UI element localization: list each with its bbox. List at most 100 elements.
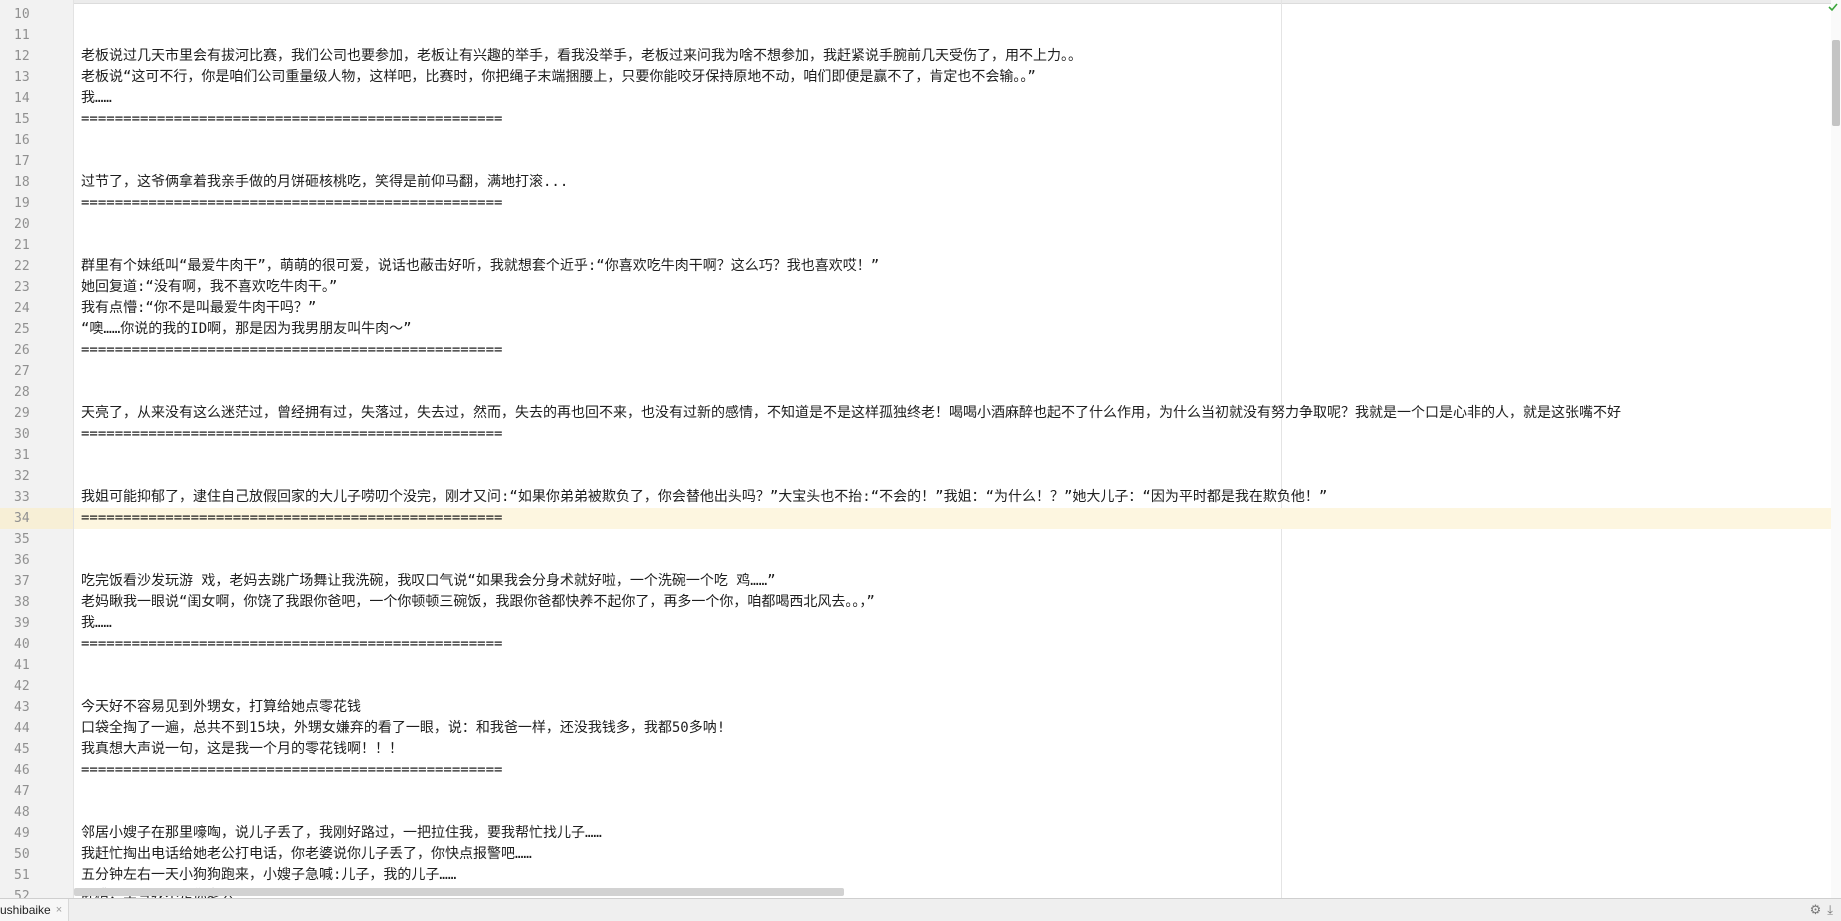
tab-bar: ushibaike × ⚙ ⤓ <box>0 898 1841 921</box>
line-number: 12 <box>14 49 30 64</box>
horizontal-scrollbar-thumb[interactable] <box>74 888 844 896</box>
text-editor[interactable]: 10 11 12 13 14 15 16 17 18 19 20 21 22 23 24 25 26 27 28 29… <box>0 0 1841 898</box>
line-number: 30 <box>14 427 30 442</box>
text-line[interactable]: ========================================… <box>74 193 1841 214</box>
close-icon[interactable]: × <box>56 899 62 921</box>
line-number: 32 <box>14 469 30 484</box>
text-line[interactable]: 老板说过几天市里会有拔河比赛，我们公司也要参加，老板让有兴趣的举手，看我没举手，… <box>74 46 1841 67</box>
text-line[interactable] <box>74 529 1841 550</box>
line-number: 13 <box>14 70 30 85</box>
line-number: 36 <box>14 553 30 568</box>
line-number: 23 <box>14 280 30 295</box>
text-line[interactable] <box>74 466 1841 487</box>
text-line[interactable] <box>74 655 1841 676</box>
text-line[interactable]: ========================================… <box>74 760 1841 781</box>
line-number: 14 <box>14 91 30 106</box>
line-number: 46 <box>14 763 30 778</box>
line-number: 48 <box>14 805 30 820</box>
line-number: 33 <box>14 490 30 505</box>
line-number: 18 <box>14 175 30 190</box>
line-number: 10 <box>14 7 30 22</box>
text-line[interactable]: 我真想大声说一句，这是我一个月的零花钱啊！！！ <box>74 739 1841 760</box>
text-line[interactable]: 五分钟左右一天小狗狗跑来，小嫂子急喊:儿子，我的儿子…… <box>74 865 1841 886</box>
line-number: 15 <box>14 112 30 127</box>
line-number: 47 <box>14 784 30 799</box>
vertical-scrollbar[interactable] <box>1831 0 1841 898</box>
check-icon <box>1828 3 1838 12</box>
line-number: 20 <box>14 217 30 232</box>
line-number: 42 <box>14 679 30 694</box>
text-line[interactable]: 吃完饭看沙发玩游 戏，老妈去跳广场舞让我洗碗，我叹口气说“如果我会分身术就好啦，… <box>74 571 1841 592</box>
text-line[interactable]: ========================================… <box>74 424 1841 445</box>
download-icon[interactable]: ⤓ <box>1827 899 1833 921</box>
text-line[interactable] <box>74 151 1841 172</box>
line-number: 51 <box>14 868 30 883</box>
text-line[interactable]: 她回复道:“没有啊，我不喜欢吃牛肉干。” <box>74 277 1841 298</box>
text-line[interactable] <box>74 25 1841 46</box>
line-number: 22 <box>14 259 30 274</box>
line-number: 24 <box>14 301 30 316</box>
text-line[interactable]: 老板说“这可不行，你是咱们公司重量级人物，这样吧，比赛时，你把绳子末端捆腰上，只… <box>74 67 1841 88</box>
text-line[interactable] <box>74 781 1841 802</box>
line-numbers: 10 11 12 13 14 15 16 17 18 19 20 21 22 23 24 25 26 27 28 29… <box>0 4 73 898</box>
line-number: 16 <box>14 133 30 148</box>
text-line[interactable]: 我有点懵:“你不是叫最爱牛肉干吗？” <box>74 298 1841 319</box>
text-line[interactable] <box>74 4 1841 25</box>
text-line[interactable] <box>74 550 1841 571</box>
line-number: 28 <box>14 385 30 400</box>
line-number: 31 <box>14 448 30 463</box>
text-line[interactable]: ========================================… <box>74 109 1841 130</box>
line-number: 26 <box>14 343 30 358</box>
line-number: 49 <box>14 826 30 841</box>
line-number: 44 <box>14 721 30 736</box>
line-number: 50 <box>14 847 30 862</box>
line-number: 25 <box>14 322 30 337</box>
line-number: 11 <box>14 28 30 43</box>
line-number: 19 <box>14 196 30 211</box>
line-number: 45 <box>14 742 30 757</box>
current-text-line[interactable]: ========================================… <box>74 508 1841 529</box>
line-number: 37 <box>14 574 30 589</box>
text-line[interactable]: 邻居小嫂子在那里嚎啕，说儿子丢了，我刚好路过，一把拉住我，要我帮忙找儿子…… <box>74 823 1841 844</box>
text-line[interactable] <box>74 676 1841 697</box>
line-number: 52 <box>14 889 30 898</box>
line-number: 27 <box>14 364 30 379</box>
text-line[interactable]: ========================================… <box>74 634 1841 655</box>
line-number: 41 <box>14 658 30 673</box>
text-line[interactable]: 我赶忙掏出电话给她老公打电话，你老婆说你儿子丢了，你快点报警吧…… <box>74 844 1841 865</box>
text-line[interactable]: 今天好不容易见到外甥女，打算给她点零花钱 <box>74 697 1841 718</box>
text-line[interactable]: 我…… <box>74 613 1841 634</box>
line-number: 43 <box>14 700 30 715</box>
text-line[interactable] <box>74 382 1841 403</box>
line-number: 40 <box>14 637 30 652</box>
text-line[interactable] <box>74 802 1841 823</box>
line-number: 39 <box>14 616 30 631</box>
vertical-scrollbar-thumb[interactable] <box>1832 40 1840 126</box>
tab-tools: ⚙ ⤓ <box>1810 899 1833 921</box>
tab-ushibaike[interactable]: ushibaike × <box>0 899 70 921</box>
line-number: 34 <box>0 508 73 529</box>
text-line[interactable] <box>74 130 1841 151</box>
line-number: 38 <box>14 595 30 610</box>
text-line[interactable] <box>74 445 1841 466</box>
text-line[interactable]: 老妈瞅我一眼说“闺女啊，你饶了我跟你爸吧，一个你顿顿三碗饭，我跟你爸都快养不起你… <box>74 592 1841 613</box>
editor-content[interactable]: 老板说过几天市里会有拔河比赛，我们公司也要参加，老板让有兴趣的举手，看我没举手，… <box>74 4 1841 898</box>
gear-icon[interactable]: ⚙ <box>1810 899 1822 921</box>
text-line[interactable] <box>74 235 1841 256</box>
text-line[interactable]: 天亮了，从来没有这么迷茫过，曾经拥有过，失落过，失去过，然而，失去的再也回不来，… <box>74 403 1841 424</box>
text-line[interactable] <box>74 214 1841 235</box>
text-line[interactable]: 口袋全掏了一遍，总共不到15块，外甥女嫌弃的看了一眼，说：和我爸一样，还没我钱多… <box>74 718 1841 739</box>
text-line[interactable]: “噢……你说的我的ID啊，那是因为我男朋友叫牛肉～” <box>74 319 1841 340</box>
text-line[interactable]: 群里有个妹纸叫“最爱牛肉干”，萌萌的很可爱，说话也蔽击好听，我就想套个近乎:“你… <box>74 256 1841 277</box>
line-number: 29 <box>14 406 30 421</box>
tab-label: ushibaike <box>0 903 51 917</box>
text-line[interactable]: 我姐可能抑郁了，逮住自己放假回家的大儿子唠叨个没完，刚才又问:“如果你弟弟被欺负… <box>74 487 1841 508</box>
line-number: 35 <box>14 532 30 547</box>
line-number: 17 <box>14 154 30 169</box>
line-number-gutter: 10 11 12 13 14 15 16 17 18 19 20 21 22 23 24 25 26 27 28 29… <box>0 0 74 898</box>
line-number: 21 <box>14 238 30 253</box>
text-line[interactable]: 过节了，这爷俩拿着我亲手做的月饼砸核桃吃，笑得是前仰马翻，满地打滚... <box>74 172 1841 193</box>
text-line[interactable]: ========================================… <box>74 340 1841 361</box>
text-line[interactable] <box>74 361 1841 382</box>
text-line[interactable]: 我…… <box>74 88 1841 109</box>
